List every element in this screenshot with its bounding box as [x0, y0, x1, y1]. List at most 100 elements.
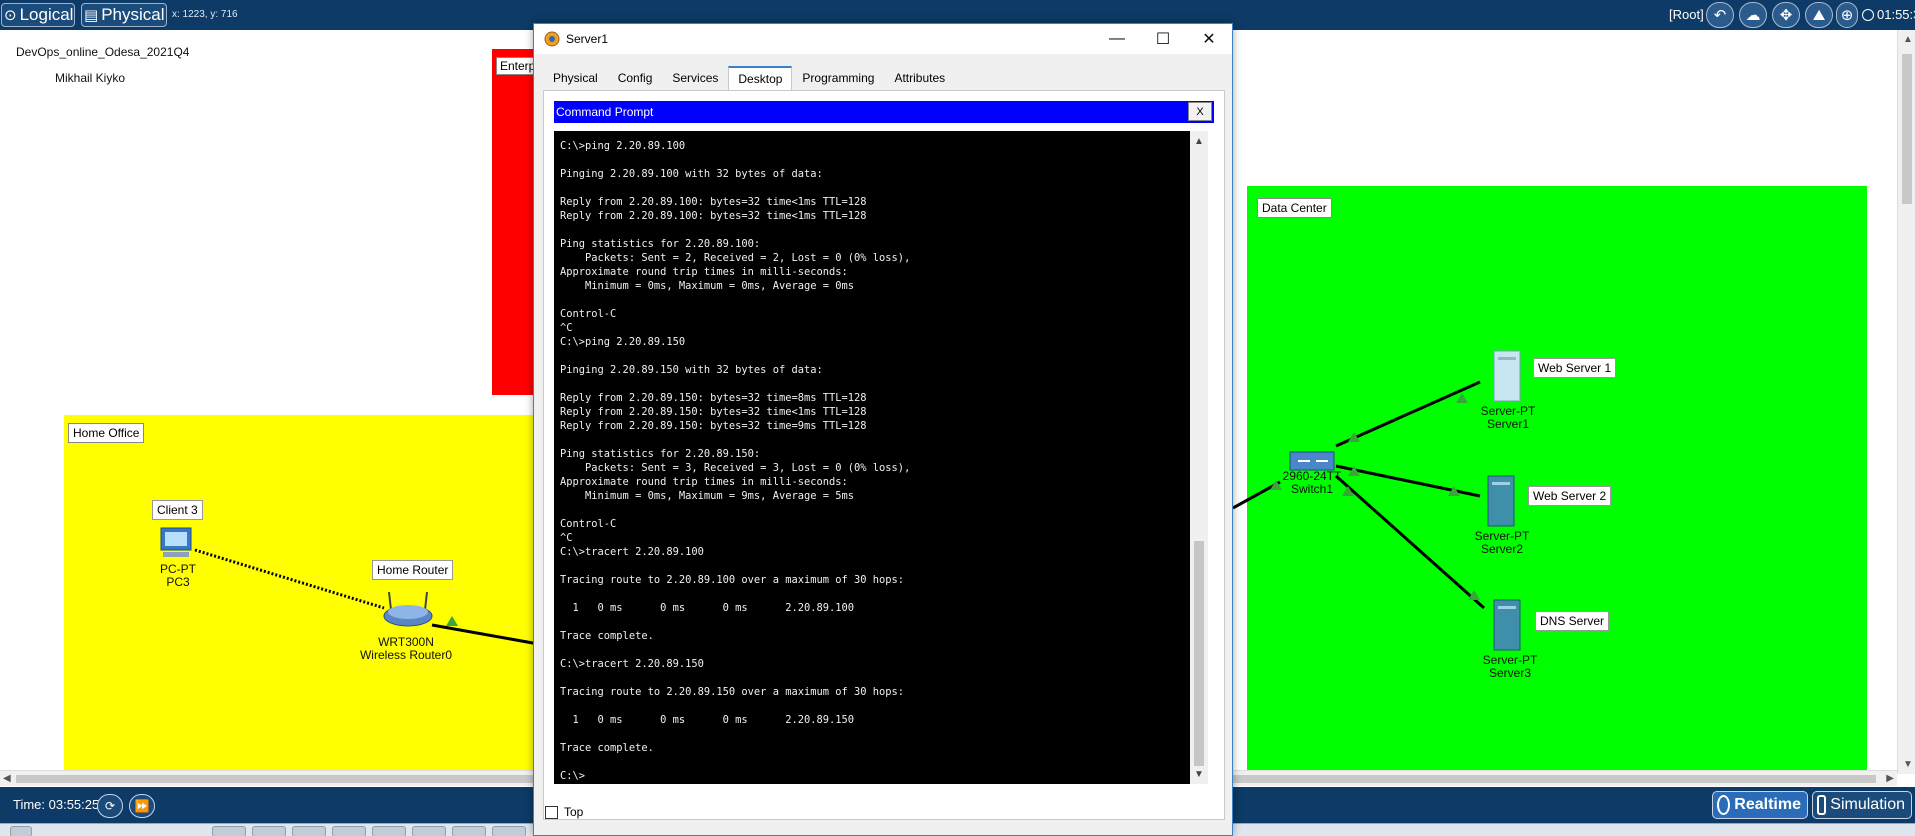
scroll-right-icon[interactable]: ▶ [1886, 773, 1894, 784]
close-icon[interactable]: ✕ [1186, 24, 1232, 54]
move-icon[interactable]: ✥ [1772, 2, 1800, 28]
server3-name: Server3 [1488, 666, 1532, 680]
simulation-label: Simulation [1830, 796, 1905, 813]
home-router-tag: Home Router [372, 560, 454, 580]
tab-physical[interactable]: Physical [543, 66, 608, 90]
server3-label: Server-PT Server3 [1480, 654, 1540, 680]
terminal-line: Reply from 2.20.89.150: bytes=32 time=8m… [560, 392, 867, 404]
physical-view-button[interactable]: ▤ Physical [81, 3, 167, 27]
simulation-icon [1817, 795, 1827, 815]
tab-services[interactable]: Services [662, 66, 728, 90]
server2-icon[interactable] [1484, 474, 1518, 528]
physical-label: Physical [101, 5, 165, 24]
pc-icon[interactable] [157, 526, 195, 560]
command-prompt-close-button[interactable]: X [1188, 102, 1212, 121]
packet-tracer-icon [544, 31, 560, 47]
scroll-down-icon[interactable]: ▼ [1190, 766, 1208, 782]
server1-name: Server1 [1486, 417, 1530, 431]
switch-server3-link [1335, 474, 1485, 610]
server2-label: Server-PT Server2 [1472, 530, 1532, 556]
wireless-link [194, 548, 385, 610]
terminal-line: ^C [560, 322, 573, 334]
back-icon[interactable]: ↶ [1706, 2, 1734, 28]
terminal-line: Reply from 2.20.89.100: bytes=32 time<1m… [560, 210, 867, 222]
scroll-left-icon[interactable]: ◀ [3, 773, 11, 784]
clock-time: 01:55:30 [1877, 7, 1915, 22]
root-label[interactable]: [Root] [1669, 7, 1704, 22]
fast-forward-icon[interactable]: ⏩ [129, 794, 155, 818]
terminal-line: Reply from 2.20.89.150: bytes=32 time<1m… [560, 406, 867, 418]
palette-item[interactable] [412, 826, 446, 836]
logical-view-button[interactable]: ⊙ Logical [1, 3, 75, 27]
terminal-line: 1 0 ms 0 ms 0 ms 2.20.89.100 [560, 602, 855, 614]
window-title: Server1 [566, 32, 609, 46]
realtime-icon [1717, 795, 1731, 815]
terminal-line: Approximate round trip times in milli-se… [560, 266, 848, 278]
terminal-line: Reply from 2.20.89.100: bytes=32 time<1m… [560, 196, 867, 208]
palette-item[interactable] [332, 826, 366, 836]
tab-config[interactable]: Config [608, 66, 663, 90]
image-icon[interactable]: ⛰ [1805, 2, 1833, 28]
terminal-line: C:\> [560, 770, 586, 782]
palette-item[interactable] [492, 826, 526, 836]
terminal-line: Packets: Sent = 2, Received = 2, Lost = … [560, 252, 911, 264]
simulation-mode-button[interactable]: Simulation [1812, 791, 1912, 819]
scroll-thumb[interactable] [1902, 54, 1912, 204]
terminal-line: Trace complete. [560, 630, 654, 642]
palette-item[interactable] [372, 826, 406, 836]
cursor-coordinates: x: 1223, y: 716 [172, 9, 238, 20]
terminal-line: C:\>tracert 2.20.89.150 [560, 658, 704, 670]
logical-label: Logical [19, 5, 74, 24]
scroll-thumb[interactable] [1194, 541, 1204, 766]
palette-item[interactable] [252, 826, 286, 836]
power-cycle-icon[interactable]: ⟳ [97, 794, 123, 818]
tab-programming[interactable]: Programming [792, 66, 884, 90]
desktop-panel: Command Prompt X C:\>ping 2.20.89.100 Pi… [543, 90, 1225, 820]
workspace-vertical-scrollbar[interactable]: ▲ ▼ [1897, 30, 1915, 774]
terminal-line: Control-C [560, 518, 617, 530]
scroll-up-icon[interactable]: ▲ [1190, 133, 1208, 149]
pc3-name: PC3 [166, 575, 190, 589]
maximize-icon[interactable]: ☐ [1140, 24, 1186, 54]
tab-attributes[interactable]: Attributes [884, 66, 955, 90]
realtime-mode-button[interactable]: Realtime [1712, 791, 1808, 819]
terminal-line: Packets: Sent = 3, Received = 3, Lost = … [560, 462, 911, 474]
window-title-bar[interactable]: Server1 — ☐ ✕ [534, 24, 1232, 54]
checkbox-box[interactable] [545, 805, 558, 819]
switch-label: 2960-24TT Switch1 [1278, 470, 1346, 496]
tab-desktop[interactable]: Desktop [728, 66, 793, 90]
terminal-scrollbar[interactable]: ▲ ▼ [1190, 131, 1208, 784]
terminal-line: Tracing route to 2.20.89.100 over a maxi… [560, 574, 905, 586]
server2-name: Server2 [1480, 542, 1524, 556]
command-prompt-header: Command Prompt X [554, 101, 1214, 123]
minimize-icon[interactable]: — [1094, 24, 1140, 54]
command-prompt-title: Command Prompt [556, 105, 654, 119]
top-checkbox[interactable]: Top [545, 805, 583, 819]
palette-item[interactable] [212, 826, 246, 836]
switch-name: Switch1 [1290, 482, 1334, 496]
terminal-output[interactable]: C:\>ping 2.20.89.100 Pinging 2.20.89.100… [554, 131, 1190, 784]
server1-window: Server1 — ☐ ✕ Physical Config Services D… [533, 23, 1233, 836]
palette-item[interactable] [452, 826, 486, 836]
wireless-router-icon[interactable] [379, 588, 437, 628]
logical-icon: ⊙ [4, 7, 17, 24]
server1-icon[interactable] [1490, 349, 1524, 403]
cloud-icon[interactable]: ☁ [1739, 2, 1767, 28]
zoom-icon[interactable]: ⊕ [1836, 2, 1858, 28]
palette-item[interactable] [292, 826, 326, 836]
web-server2-tag: Web Server 2 [1528, 486, 1612, 506]
terminal-line: Pinging 2.20.89.150 with 32 bytes of dat… [560, 364, 823, 376]
palette-item[interactable] [10, 826, 32, 836]
scroll-down-icon[interactable]: ▼ [1903, 759, 1913, 770]
server3-icon[interactable] [1490, 598, 1524, 652]
scroll-up-icon[interactable]: ▲ [1903, 34, 1913, 45]
